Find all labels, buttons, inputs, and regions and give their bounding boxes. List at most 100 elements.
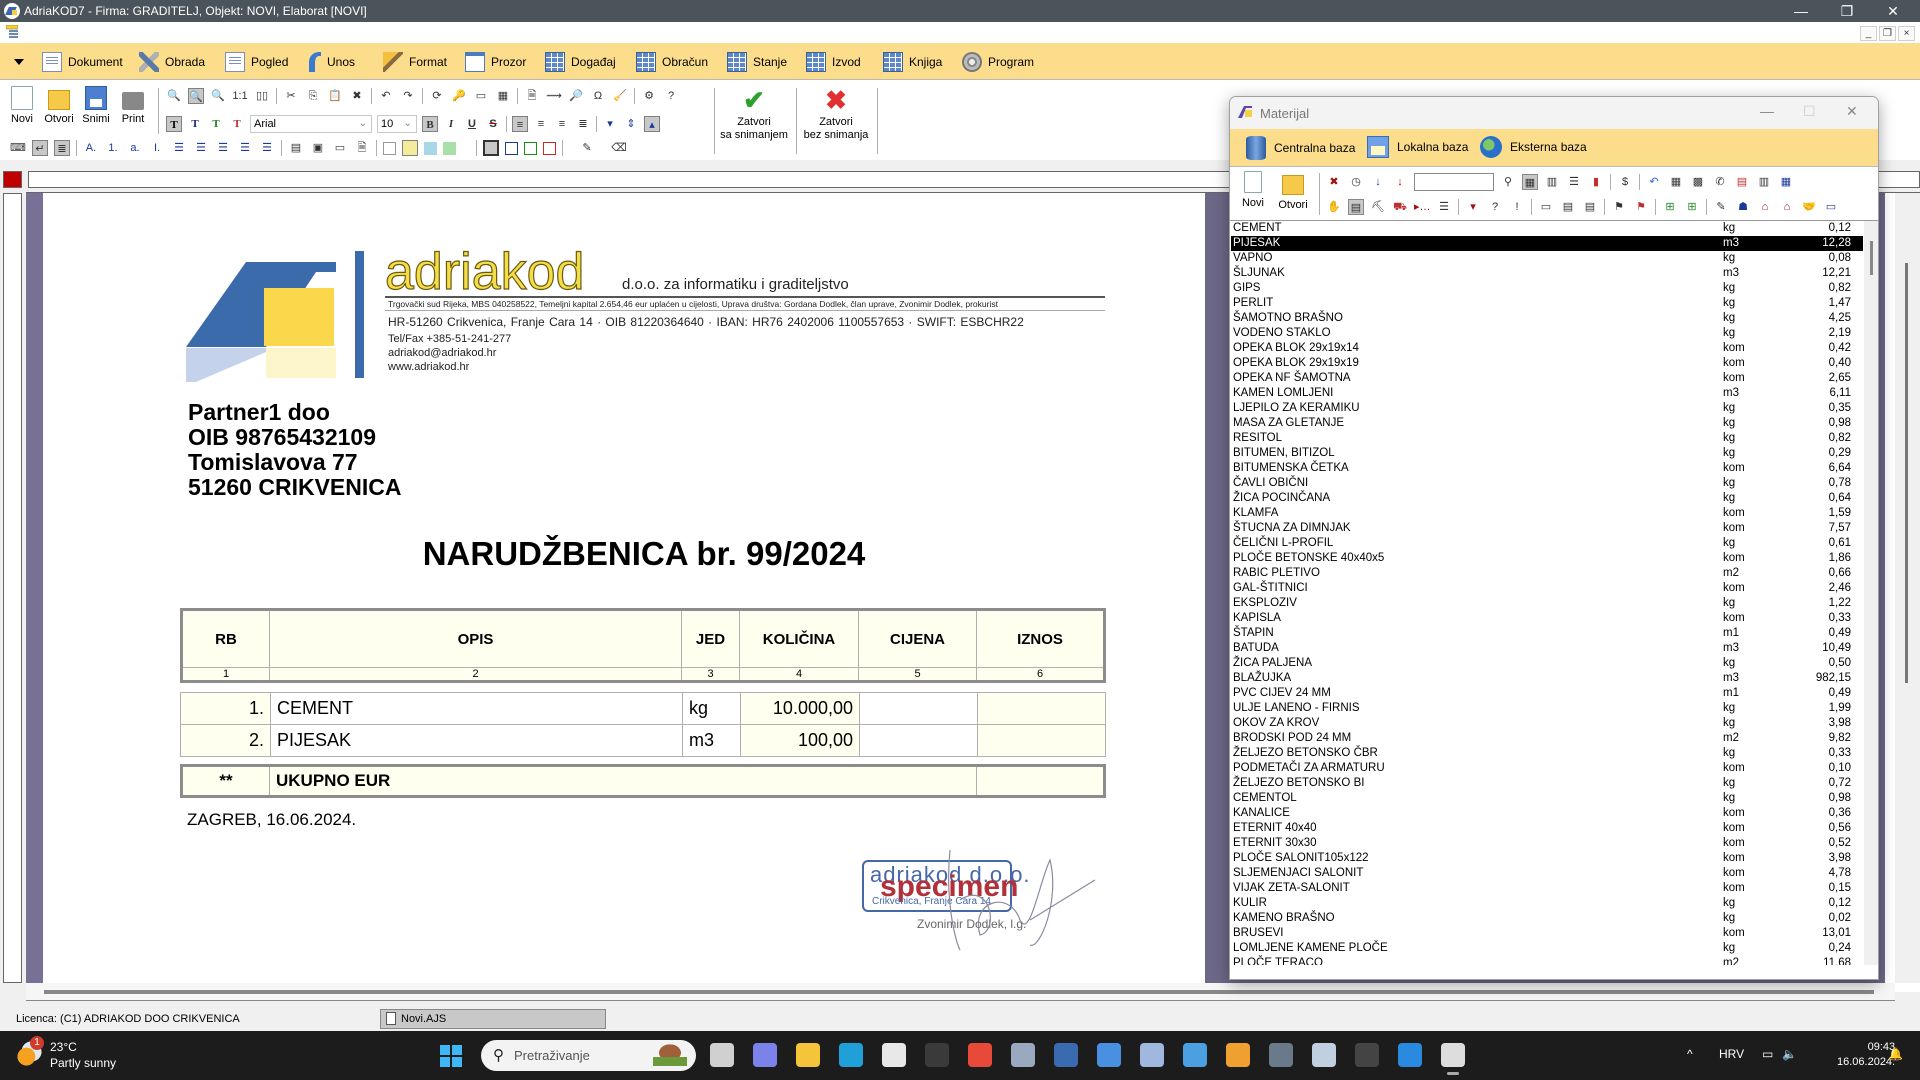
list-item[interactable]: KLAMFA kom 1,59 <box>1231 506 1863 521</box>
list-item[interactable]: KAPISLA kom 0,33 <box>1231 611 1863 626</box>
underline-button[interactable]: U <box>464 116 480 132</box>
list-item[interactable]: PERLIT kg 1,47 <box>1231 296 1863 311</box>
list-item[interactable]: BITUMENSKA ČETKA kom 6,64 <box>1231 461 1863 476</box>
print-button[interactable]: Print <box>116 86 150 125</box>
list-item[interactable]: ULJE LANENO - FIRNIS kg 1,99 <box>1231 701 1863 716</box>
menu-izvod[interactable]: Izvod <box>806 51 861 73</box>
list-item[interactable]: PVC CIJEV 24 MM m1 0,49 <box>1231 686 1863 701</box>
list-item[interactable]: ŽELJEZO BETONSKO ČBR kg 0,33 <box>1231 746 1863 761</box>
clear-format-icon[interactable]: 🧹 <box>612 88 628 104</box>
list-item[interactable]: PODMETAČI ZA ARMATURU kom 0,10 <box>1231 761 1863 776</box>
paragraph-icon[interactable]: ↵ <box>32 140 48 156</box>
fill-blue-icon[interactable] <box>424 141 437 155</box>
bold-button[interactable]: B <box>422 116 438 132</box>
cell-kolicina[interactable]: 100,00 <box>740 724 860 757</box>
doc-text-icon[interactable]: ▤ <box>1582 199 1598 215</box>
list-item[interactable]: SLJEMENJACI SALONIT kom 4,78 <box>1231 866 1863 881</box>
list-item[interactable]: GIPS kg 0,82 <box>1231 281 1863 296</box>
zoom-icon[interactable]: 🔍 <box>210 88 226 104</box>
calculator-icon[interactable] <box>1269 1043 1293 1067</box>
preview-icon[interactable]: 🔍 <box>166 88 182 104</box>
close-save-button[interactable]: ✔ Zatvori sa snimanjem <box>716 86 792 142</box>
list-multilevel-icon[interactable]: ☰ <box>193 140 209 156</box>
house-red-icon[interactable]: ⌂ <box>1779 199 1795 215</box>
valign-middle-icon[interactable]: ⇕ <box>623 116 639 132</box>
list-item[interactable]: ŽICA POCINČANA kg 0,64 <box>1231 491 1863 506</box>
table-icon[interactable]: ▦ <box>495 88 511 104</box>
sort-za-icon[interactable]: ↓ <box>1392 174 1408 190</box>
font-select[interactable]: Arial ⌄ <box>250 115 372 133</box>
cell-jed[interactable]: m3 <box>682 724 741 757</box>
list-item[interactable]: BITUMEN, BITIZOL kg 0,29 <box>1231 446 1863 461</box>
window-icon[interactable]: ▭ <box>1823 199 1839 215</box>
paste-icon[interactable]: 📋 <box>327 88 343 104</box>
menu-knjiga[interactable]: Knjiga <box>883 51 942 73</box>
terminal-legacy-icon[interactable] <box>925 1043 949 1067</box>
list-outdent-icon[interactable]: ☰ <box>259 140 275 156</box>
list-item[interactable]: KAMEN LOMLJENI m3 6,11 <box>1231 386 1863 401</box>
cut-icon[interactable]: ✂ <box>283 88 299 104</box>
list-item[interactable]: KULIR kg 0,12 <box>1231 896 1863 911</box>
source-centralna[interactable]: Centralna baza <box>1246 136 1355 160</box>
signpost-icon[interactable]: ⚑ <box>1611 199 1627 215</box>
properties-icon[interactable]: 🗎 <box>524 88 540 104</box>
cell-opis[interactable]: CEMENT <box>270 692 683 725</box>
query-icon[interactable]: ? <box>1487 199 1503 215</box>
list-item[interactable]: LJEPILO ZA KERAMIKU kg 0,35 <box>1231 401 1863 416</box>
compass-app-icon[interactable] <box>1226 1043 1250 1067</box>
preview-page-icon[interactable]: 🔍 <box>188 88 204 104</box>
vscode-icon[interactable] <box>1398 1043 1422 1067</box>
vertical-scrollbar[interactable] <box>1895 193 1920 983</box>
ruler-marker[interactable] <box>3 171 22 188</box>
mdi-close-button[interactable]: × <box>1898 26 1915 41</box>
refresh-icon[interactable]: ⟳ <box>429 88 445 104</box>
menu-format[interactable]: Format <box>383 51 447 73</box>
help-icon[interactable]: ? <box>663 88 679 104</box>
list-item[interactable]: OPEKA BLOK 29x19x14 kom 0,42 <box>1231 341 1863 356</box>
list-item[interactable]: PLOČE TERACO m2 11,68 <box>1231 956 1863 965</box>
notification-bell-icon[interactable]: 🔔 <box>1888 1047 1903 1061</box>
menu-prozor[interactable]: Prozor <box>465 51 526 73</box>
open-button[interactable]: Otvori <box>42 86 76 125</box>
footer-icon[interactable]: ▭ <box>332 140 348 156</box>
align-right-icon[interactable]: ≡ <box>554 116 570 132</box>
cell-cijena[interactable] <box>859 724 978 757</box>
list-item[interactable]: BRUSEVI kom 13,01 <box>1231 926 1863 941</box>
calculator-icon[interactable]: ▩ <box>1690 174 1706 190</box>
close-button[interactable]: ✕ <box>1870 0 1916 22</box>
dollar-icon[interactable]: $ <box>1617 174 1633 190</box>
numbering-numeric-icon[interactable]: 1. <box>105 140 121 156</box>
cell-jed[interactable]: kg <box>682 692 741 725</box>
list-item[interactable]: ŠAMOTNO BRAŠNO kg 4,25 <box>1231 311 1863 326</box>
wizard-icon[interactable]: ⚙ <box>641 88 657 104</box>
save-button[interactable]: Snimi <box>79 86 113 125</box>
materijal-maximize-button[interactable]: ☐ <box>1803 103 1816 120</box>
find-icon[interactable]: 🔎 <box>568 88 584 104</box>
photos-app-icon[interactable] <box>1312 1043 1336 1067</box>
list-item[interactable]: MASA ZA GLETANJE kg 0,98 <box>1231 416 1863 431</box>
list-item[interactable]: OPEKA NF ŠAMOTNA kom 2,65 <box>1231 371 1863 386</box>
list-item[interactable]: LOMLJENE KAMENE PLOČE kg 0,24 <box>1231 941 1863 956</box>
tree-view-icon[interactable]: ☰ <box>1566 174 1582 190</box>
store-icon[interactable] <box>882 1043 906 1067</box>
chevron-up-icon[interactable]: ^ <box>1687 1047 1693 1061</box>
collapse-icon[interactable]: ▾ <box>1465 199 1481 215</box>
alert-icon[interactable]: ! <box>1509 199 1525 215</box>
list-item[interactable]: ETERNIT 30x30 kom 0,52 <box>1231 836 1863 851</box>
language-indicator[interactable]: HRV <box>1719 1047 1744 1061</box>
menu-program[interactable]: Program <box>962 51 1034 73</box>
key-icon[interactable]: 🔑 <box>451 88 467 104</box>
list-item[interactable]: OKOV ZA KROV kg 3,98 <box>1231 716 1863 731</box>
list-item[interactable]: RABIC PLETIVO m2 0,66 <box>1231 566 1863 581</box>
mdi-restore-button[interactable]: ❐ <box>1879 26 1896 41</box>
quick-table-icon[interactable]: ▦ <box>1668 174 1684 190</box>
menu-dropdown-icon[interactable] <box>14 59 24 65</box>
paint-icon[interactable] <box>1183 1043 1207 1067</box>
materijal-titlebar[interactable]: Materijal — ☐ ✕ <box>1230 97 1878 129</box>
horizontal-scrollbar[interactable] <box>26 983 1895 1001</box>
field-icon[interactable]: ▭ <box>473 88 489 104</box>
list-item[interactable]: PLOČE BETONSKE 40x40x5 kom 1,86 <box>1231 551 1863 566</box>
ledger-icon[interactable]: ▤ <box>1348 199 1364 215</box>
person-icon[interactable]: ☗ <box>1735 199 1751 215</box>
network-icon[interactable]: ⊞ <box>1662 199 1678 215</box>
